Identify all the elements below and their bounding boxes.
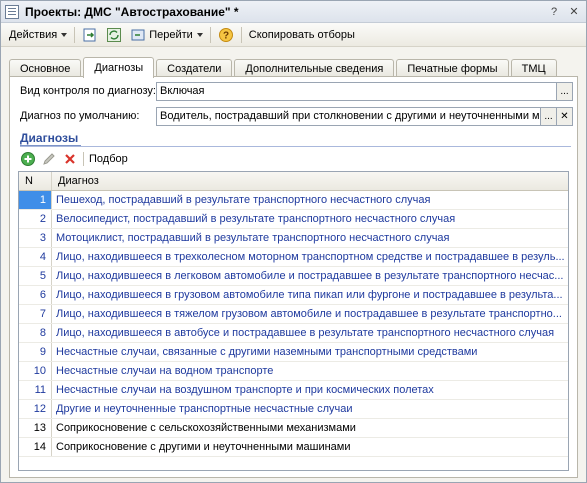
section-divider: [20, 146, 571, 147]
row-number: 6: [19, 286, 52, 304]
actions-label: Действия: [9, 28, 58, 41]
row-number: 9: [19, 343, 52, 361]
row-diagnosis: Лицо, находившееся в трехколесном моторн…: [56, 251, 565, 263]
table-row[interactable]: 6 Лицо, находившееся в грузовом автомобил…: [19, 286, 568, 305]
row-diagnosis: Несчастные случаи на воздушном транспорт…: [56, 384, 434, 396]
row-number: 1: [19, 191, 52, 209]
default-diagnosis-row: Диагноз по умолчанию: Водитель, пострада…: [20, 106, 573, 126]
row-number: 10: [19, 362, 52, 380]
svg-text:?: ?: [223, 30, 229, 41]
window-close-icon[interactable]: ✕: [566, 5, 582, 19]
row-diagnosis: Несчастные случаи, связанные с другими н…: [56, 346, 478, 358]
row-number: 11: [19, 381, 52, 399]
tab-panel-diagnoses: Вид контроля по диагнозу: Включая ... Ди…: [9, 76, 578, 478]
copy-filters-button[interactable]: Скопировать отборы: [245, 25, 359, 45]
row-diagnosis: Лицо, находившееся в автобусе и пострада…: [56, 327, 555, 339]
table-row[interactable]: 7 Лицо, находившееся в тяжелом грузовом а…: [19, 305, 568, 324]
table-row[interactable]: 4 Лицо, находившееся в трехколесном мотор…: [19, 248, 568, 267]
table-row[interactable]: 13 Соприкосновение с сельскохозяйственным…: [19, 419, 568, 438]
row-diagnosis: Лицо, находившееся в легковом автомобиле…: [56, 270, 564, 282]
row-number: 4: [19, 248, 52, 266]
default-diagnosis-select-button[interactable]: ...: [541, 106, 557, 126]
row-diagnosis: Другие и неуточненные транспортные несча…: [56, 403, 353, 415]
diagnoses-section-title: Диагнозы: [20, 131, 82, 146]
table-row[interactable]: 11 Несчастные случаи на воздушном транспо…: [19, 381, 568, 400]
row-number: 8: [19, 324, 52, 342]
row-number: 3: [19, 229, 52, 247]
table-body: 1 Пешеход, пострадавший в результате тран…: [19, 191, 568, 457]
table-row[interactable]: 14 Соприкосновение с другими и неуточненн…: [19, 438, 568, 457]
control-type-select-button[interactable]: ...: [557, 81, 573, 101]
control-type-row: Вид контроля по диагнозу: Включая ...: [20, 81, 573, 101]
row-number: 12: [19, 400, 52, 418]
control-type-field[interactable]: Включая: [156, 81, 557, 101]
table-row[interactable]: 9 Несчастные случаи, связанные с другими …: [19, 343, 568, 362]
column-header-n[interactable]: N: [19, 172, 52, 190]
title-bar: Проекты: ДМС "Автострахование" * ? ✕: [1, 1, 586, 23]
help-button[interactable]: ?: [214, 25, 238, 45]
dropdown-arrow-icon: [61, 32, 68, 37]
window-help-icon[interactable]: ?: [546, 5, 562, 19]
table-row[interactable]: 5 Лицо, находившееся в легковом автомобил…: [19, 267, 568, 286]
refresh-icon: [106, 27, 122, 43]
goto-label: Перейти: [149, 28, 193, 41]
post-and-close-icon: [82, 27, 98, 43]
refresh-button[interactable]: [102, 25, 126, 45]
row-diagnosis: Пешеход, пострадавший в результате транс…: [56, 194, 431, 206]
row-diagnosis: Лицо, находившееся в грузовом автомобиле…: [56, 289, 563, 301]
row-diagnosis: Соприкосновение с другими и неуточненным…: [56, 441, 351, 453]
app-menu-icon[interactable]: [5, 4, 19, 19]
table-header: N Диагноз: [19, 172, 568, 191]
toolbar-separator: [74, 26, 76, 43]
row-diagnosis: Мотоциклист, пострадавший в результате т…: [56, 232, 450, 244]
pick-button[interactable]: Подбор: [89, 153, 128, 165]
delete-row-icon[interactable]: [62, 151, 78, 167]
default-diagnosis-field[interactable]: Водитель, пострадавший при столкновении …: [156, 106, 541, 126]
copy-filters-label: Скопировать отборы: [248, 28, 355, 41]
goto-menu-button[interactable]: Перейти: [126, 25, 207, 45]
table-row[interactable]: 2 Велосипедист, пострадавший в результате…: [19, 210, 568, 229]
post-and-close-button[interactable]: [78, 25, 102, 45]
actions-menu-button[interactable]: Действия: [5, 25, 71, 45]
toolbar-separator: [83, 152, 84, 166]
tab-diagnoses[interactable]: Диагнозы: [83, 57, 155, 78]
tab-strip: Основное Диагнозы Создатели Дополнительн…: [9, 57, 578, 78]
dropdown-arrow-icon: [196, 32, 203, 37]
toolbar-separator: [240, 26, 242, 43]
row-number: 13: [19, 419, 52, 437]
table-row[interactable]: 3 Мотоциклист, пострадавший в результате …: [19, 229, 568, 248]
table-row[interactable]: 12 Другие и неуточненные транспортные нес…: [19, 400, 568, 419]
row-number: 2: [19, 210, 52, 228]
default-diagnosis-label: Диагноз по умолчанию:: [20, 110, 140, 122]
edit-row-icon[interactable]: [41, 151, 57, 167]
goto-icon: [130, 27, 146, 43]
row-diagnosis: Несчастные случаи на водном транспорте: [56, 365, 274, 377]
row-number: 7: [19, 305, 52, 323]
table-row[interactable]: 8 Лицо, находившееся в автобусе и пострад…: [19, 324, 568, 343]
toolbar-separator: [209, 26, 211, 43]
table-row[interactable]: 1 Пешеход, пострадавший в результате тран…: [19, 191, 568, 210]
add-row-icon[interactable]: [20, 151, 36, 167]
row-number: 5: [19, 267, 52, 285]
column-header-diagnosis[interactable]: Диагноз: [52, 172, 568, 190]
row-diagnosis: Велосипедист, пострадавший в результате …: [56, 213, 456, 225]
control-type-label: Вид контроля по диагнозу:: [20, 85, 156, 97]
diagnoses-table: N Диагноз 1 Пешеход, пострадавший в резул…: [18, 171, 569, 471]
window: Проекты: ДМС "Автострахование" * ? ✕ Дей…: [0, 0, 587, 483]
row-number: 14: [19, 438, 52, 456]
window-title: Проекты: ДМС "Автострахование" *: [25, 4, 239, 19]
row-diagnosis: Соприкосновение с сельскохозяйственными …: [56, 422, 356, 434]
main-toolbar: Действия Перейти ? Скопировать отборы: [1, 23, 586, 47]
default-diagnosis-clear-button[interactable]: ✕: [557, 106, 573, 126]
help-icon: ?: [218, 27, 234, 43]
table-row[interactable]: 10 Несчастные случаи на водном транспорте: [19, 362, 568, 381]
row-diagnosis: Лицо, находившееся в тяжелом грузовом ав…: [56, 308, 562, 320]
diagnoses-toolbar: Подбор: [20, 149, 128, 169]
